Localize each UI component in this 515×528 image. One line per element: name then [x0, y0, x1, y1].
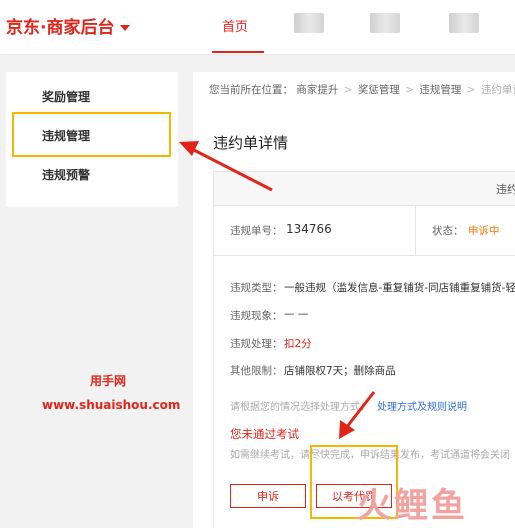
- arrow-head-icon: [339, 420, 355, 439]
- arrow-head-icon: [179, 141, 199, 156]
- arrow-line-1: [189, 146, 273, 192]
- arrow-line-2: [344, 391, 376, 429]
- annotation-arrows: [179, 141, 376, 439]
